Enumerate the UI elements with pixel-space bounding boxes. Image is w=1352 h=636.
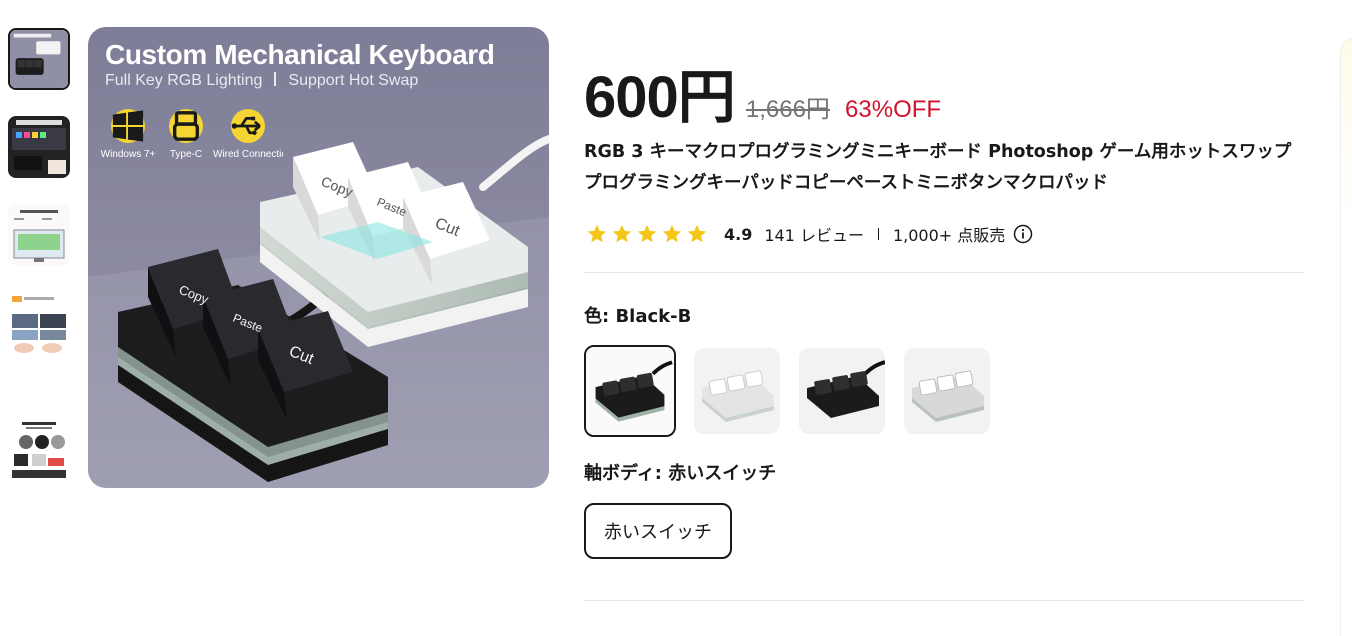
rating-score: 4.9 (724, 224, 753, 244)
usb-c-icon (169, 109, 203, 143)
price-row: 600円 1,666円 63%OFF (584, 50, 941, 134)
subline-divider (274, 72, 277, 86)
windows-icon (111, 109, 145, 143)
rating-separator (877, 228, 879, 240)
thumbnail-5[interactable] (8, 420, 70, 482)
thumbnail-1[interactable] (8, 28, 70, 90)
hero-headline: Custom Mechanical Keyboard (105, 39, 495, 70)
original-price: 1,666円 (745, 96, 830, 123)
product-title: RGB 3 キーマクロプログラミングミニキーボード Photoshop ゲーム用… (584, 142, 1292, 193)
sold-count: 1,000+ 点販売 (892, 226, 1006, 245)
thumbnail-3[interactable] (8, 204, 70, 266)
sale-price: 600円 (584, 65, 736, 130)
color-option-label: 色: Black-B (584, 306, 692, 327)
feature-type-c-label: Type-C (169, 149, 203, 160)
usb-icon (231, 109, 265, 143)
info-icon[interactable] (1013, 224, 1033, 244)
hero-subline: Full Key RGB Lighting Support Hot Swap (105, 72, 418, 90)
hero-product-image[interactable]: Copy Paste Cut Copy Paste Cut Custom Mec… (88, 27, 549, 488)
star-icon (687, 224, 707, 243)
feature-wired: Wired Connection (213, 109, 283, 161)
side-panel-edge (1340, 38, 1352, 636)
star-icon (587, 224, 607, 243)
rating-row: 4.9 141 レビュー 1,000+ 点販売 (586, 222, 1033, 246)
thumbnail-4[interactable] (8, 292, 70, 354)
switch-option-label: 軸ボディ: 赤いスイッチ (584, 463, 777, 484)
color-swatch-black[interactable] (799, 348, 885, 434)
divider (584, 272, 1305, 273)
hero-subline-right: Support Hot Swap (288, 72, 419, 89)
divider (584, 600, 1305, 601)
feature-wired-label: Wired Connection (213, 149, 283, 160)
switch-option-red[interactable]: 赤いスイッチ (584, 503, 732, 559)
star-icon (612, 224, 632, 243)
review-count-link[interactable]: 141 レビュー (764, 222, 864, 246)
color-swatch-white[interactable] (694, 348, 780, 434)
color-swatch-white-b[interactable] (904, 348, 990, 434)
discount-badge: 63%OFF (845, 96, 942, 123)
feature-type-c: Type-C (151, 109, 221, 161)
thumbnail-2[interactable] (8, 116, 70, 178)
keyboard-illustration: Copy Paste Cut Copy Paste Cut (88, 27, 549, 488)
star-icon (637, 224, 657, 243)
star-icon (662, 224, 682, 243)
color-swatch-black-b[interactable] (584, 345, 676, 437)
hero-subline-left: Full Key RGB Lighting (105, 72, 263, 89)
star-rating[interactable] (586, 223, 708, 245)
